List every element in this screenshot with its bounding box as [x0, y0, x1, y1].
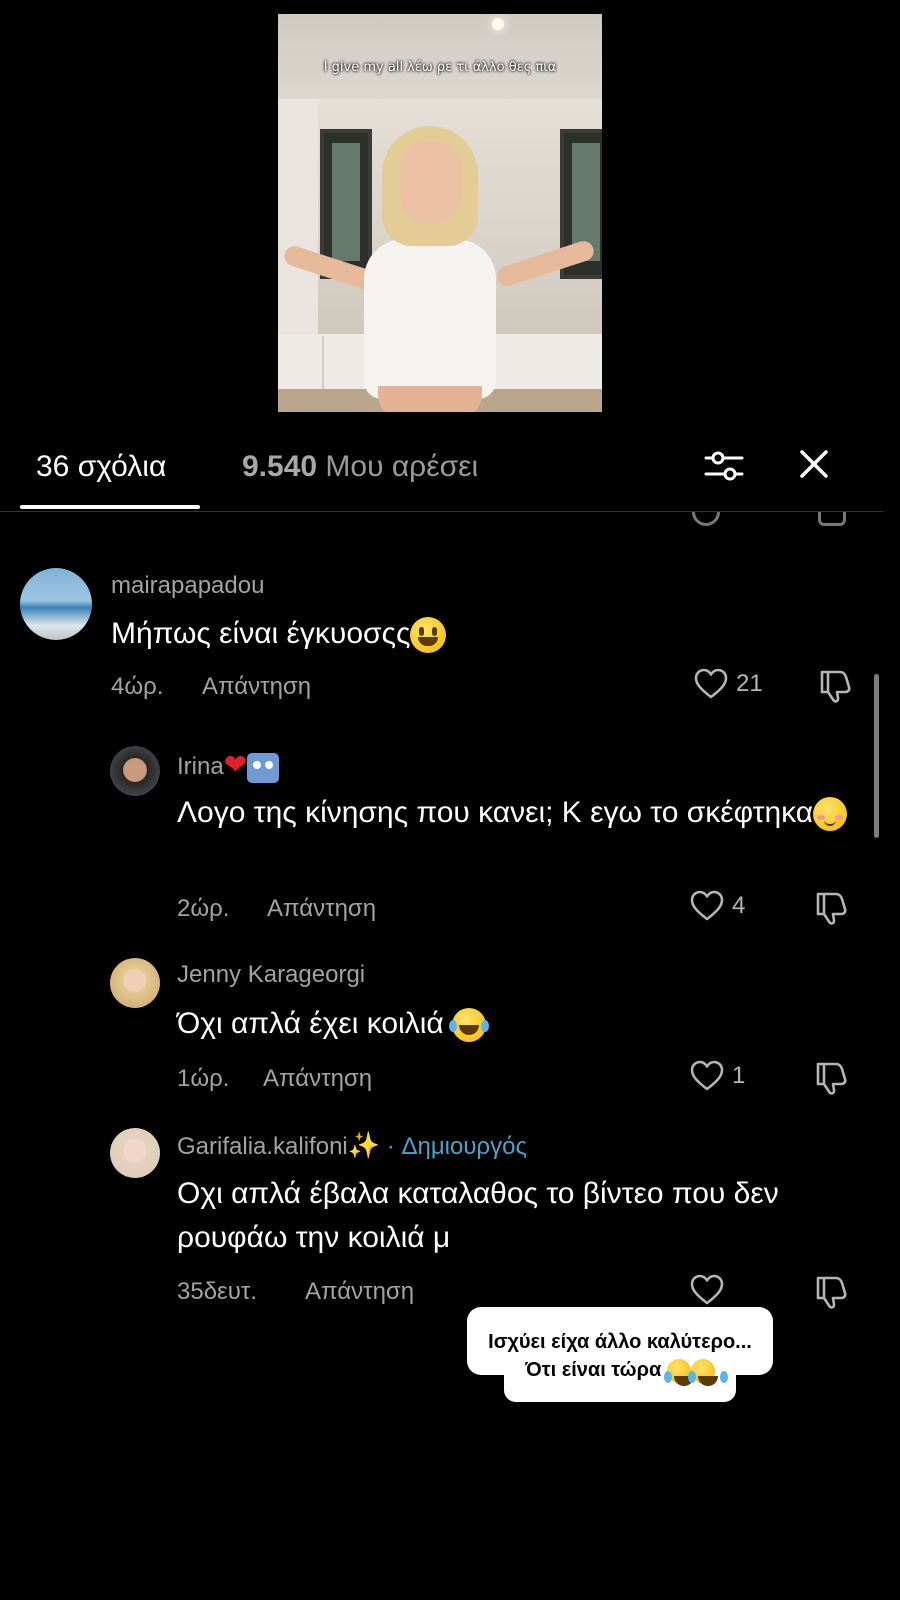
reply-button[interactable]: Απάντηση [305, 1278, 414, 1306]
comment-text-content: Όχι απλά έχει κοιλιά [177, 1007, 444, 1040]
smiling-face-icon [813, 797, 848, 832]
heart-icon [690, 1060, 724, 1091]
creator-badge: · Δημιουργός [386, 1133, 528, 1160]
avatar[interactable] [110, 1128, 160, 1178]
dislike-icon [818, 512, 846, 526]
tears-of-joy-icon [663, 1358, 694, 1386]
like-button[interactable]: 1 [690, 1060, 745, 1092]
filter-icon[interactable] [704, 446, 744, 486]
tears-of-joy-icon [449, 1008, 487, 1043]
sticker-line-2: Ότι είναι τώρα [467, 1356, 773, 1386]
comments-label: σχόλια [77, 450, 167, 483]
comment-text: Μήπως είναι έγκυοσςς [111, 612, 851, 656]
heart-icon [694, 668, 728, 699]
dislike-icon[interactable] [818, 668, 852, 704]
video-person-face [400, 142, 462, 224]
like-count: 21 [736, 670, 763, 697]
comment-time: 1ώρ. [177, 1065, 230, 1092]
comment-time: 4ώρ. [111, 673, 164, 700]
comments-header: 36 σχόλια 9.540 Μου αρέσει [0, 430, 884, 512]
heart-icon [690, 1274, 724, 1305]
avatar[interactable] [110, 958, 160, 1008]
comment-username[interactable]: Irina❤ [177, 748, 280, 783]
video-wall [278, 99, 318, 359]
dislike-icon[interactable] [814, 1274, 848, 1310]
like-button[interactable]: 4 [690, 890, 745, 922]
video-thumbnail[interactable]: I give my all λέω ρε τι άλλο θες πια [278, 14, 602, 412]
video-person-belly [378, 386, 482, 412]
dislike-icon[interactable] [814, 1060, 848, 1096]
like-count: 1 [732, 1062, 746, 1089]
like-count: 4 [732, 892, 746, 919]
sticker-line-2-text: Ότι είναι τώρα [525, 1359, 662, 1381]
like-button[interactable] [690, 1274, 724, 1306]
grinning-emoji-icon [410, 617, 447, 654]
like-button[interactable]: 21 [694, 668, 763, 700]
comment-text: Οχι απλά έβαλα καταλαθος το βίντεο που δ… [177, 1177, 779, 1254]
sticker-line-1: Ισχύει είχα άλλο καλύτερο... [488, 1331, 752, 1353]
comment-time: 35δευτ. [177, 1278, 258, 1305]
avatar[interactable] [110, 746, 160, 796]
reply-button[interactable]: Απάντηση [263, 1065, 372, 1093]
sticker-text: Ισχύει είχα άλλο καλύτερο... Ότι είναι τ… [467, 1328, 773, 1386]
likes-count: 9.540 [242, 450, 318, 483]
comment-text: Λογο της κίνησης που κανει; Κ εγω το σκέ… [177, 791, 857, 835]
previous-comment-peek [0, 512, 884, 526]
likes-label: Μου αρέσει [325, 450, 479, 483]
red-heart-icon: ❤ [223, 748, 248, 781]
active-tab-indicator [20, 505, 200, 509]
video-sofa-seam [322, 336, 324, 394]
comments-count: 36 [36, 450, 70, 483]
reply-button[interactable]: Απάντηση [202, 673, 311, 701]
sparkles-icon: ✨ [347, 1131, 381, 1161]
tab-comments[interactable]: 36 σχόλια [36, 450, 166, 484]
scrollbar[interactable] [874, 674, 879, 838]
comment-username-text: Garifalia.kalifoni [177, 1133, 348, 1160]
heart-icon [692, 512, 720, 526]
comment-username[interactable]: mairapapadou [111, 572, 264, 600]
video-caption: I give my all λέω ρε τι άλλο θες πια [323, 60, 557, 75]
video-ceiling [278, 14, 602, 99]
comment-time: 2ώρ. [177, 895, 230, 922]
comment-text-content: Μήπως είναι έγκυοσςς [111, 617, 411, 650]
comment-text: Όχι απλά έχει κοιλιά [177, 1002, 857, 1046]
heart-icon [690, 890, 724, 921]
comment-text-content: Λογο της κίνησης που κανει; Κ εγω το σκέ… [177, 796, 814, 829]
people-icon [247, 752, 280, 783]
comment-username[interactable]: Garifalia.kalifoni✨ · Δημιουργός [177, 1131, 527, 1161]
close-icon[interactable] [796, 446, 832, 482]
dislike-icon[interactable] [814, 890, 848, 926]
tab-likes[interactable]: 9.540 Μου αρέσει [242, 450, 478, 484]
reply-button[interactable]: Απάντηση [267, 895, 376, 923]
avatar[interactable] [20, 568, 92, 640]
video-ceiling-light [492, 18, 504, 30]
video-person-shirt [364, 239, 496, 399]
comment-username[interactable]: Jenny Karageorgi [177, 961, 365, 989]
tears-of-joy-icon [687, 1358, 718, 1386]
comment-username-text: Irina [177, 753, 224, 780]
